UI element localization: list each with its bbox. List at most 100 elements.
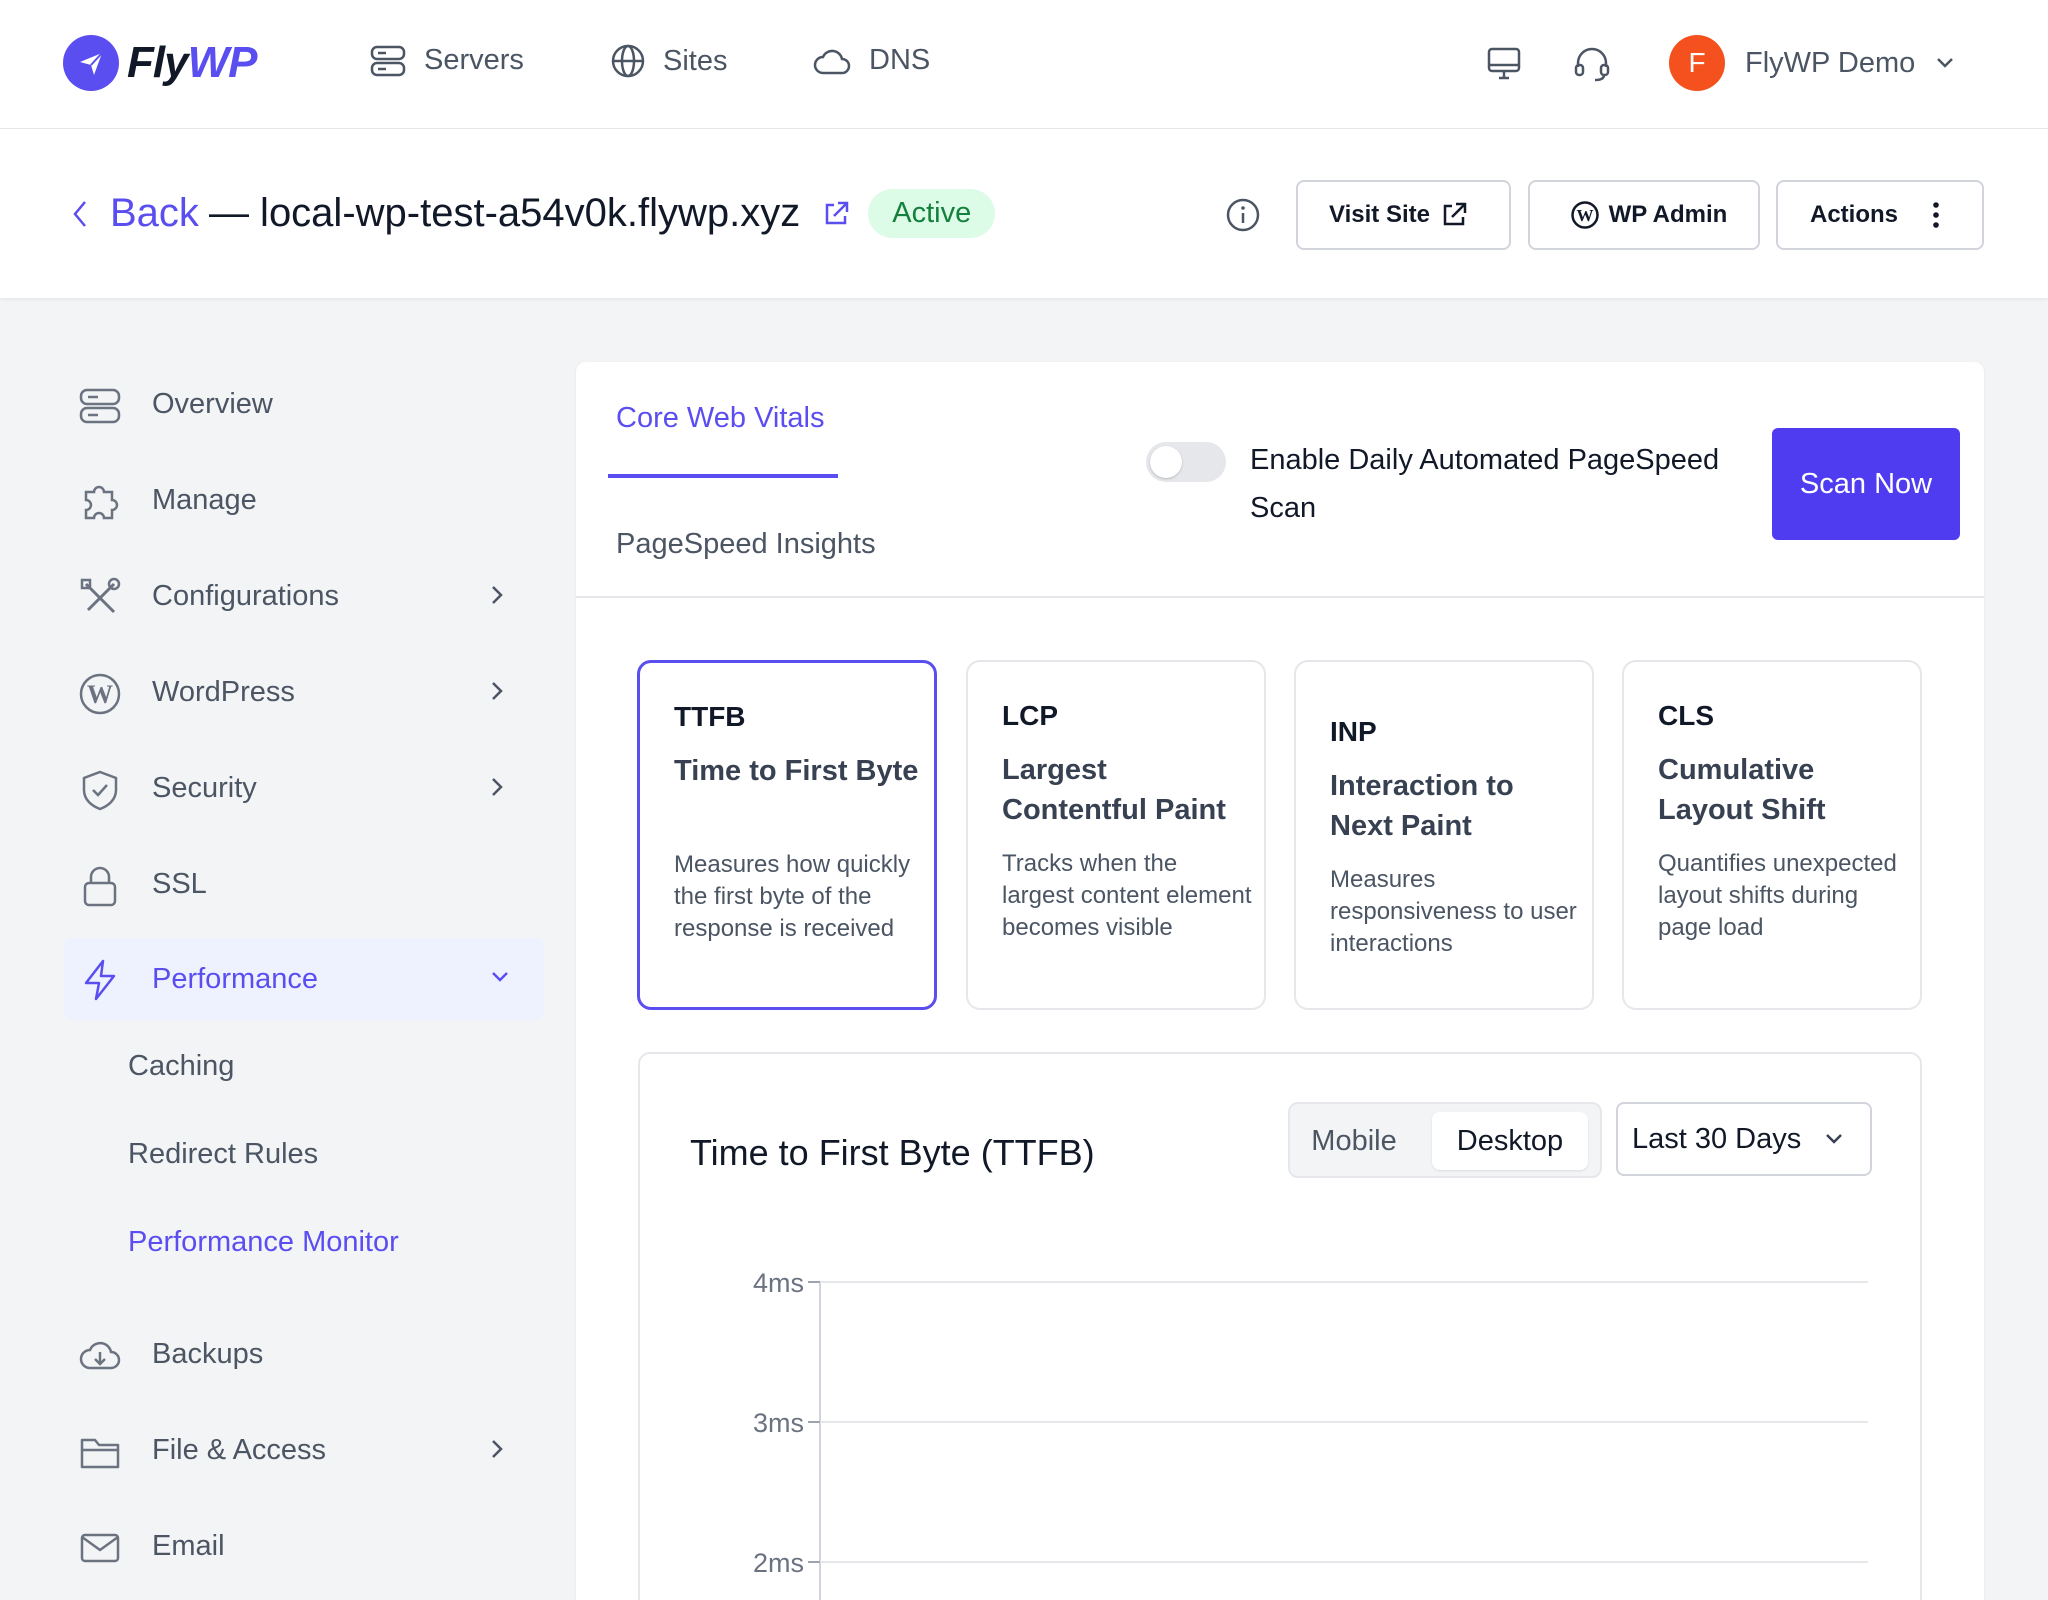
shield-check-icon [82, 770, 118, 811]
nav-dns-label: DNS [869, 44, 931, 76]
user-name: FlyWP Demo [1745, 46, 1916, 79]
chevron-down-icon [1937, 58, 1954, 68]
globe-icon [611, 44, 645, 78]
external-link-icon [1443, 202, 1467, 226]
sidebar-item-overview[interactable]: Overview [64, 364, 544, 444]
user-menu[interactable]: F FlyWP Demo [1669, 35, 1955, 91]
sidebar-item-manage[interactable]: Manage [64, 460, 544, 540]
tab-core-web-vitals[interactable]: Core Web Vitals [616, 402, 824, 435]
actions-label: Actions [1809, 201, 1898, 228]
logo-text: FlyWP [127, 38, 257, 88]
sidebar-item-security[interactable]: Security [64, 748, 544, 828]
sidebar-item-label: Security [152, 771, 257, 804]
sidebar-item-label: Backups [152, 1337, 264, 1370]
sidebar-item-performance[interactable]: Performance [64, 938, 544, 1020]
cloud-icon [813, 49, 851, 74]
sidebar-item-configurations[interactable]: Configurations [64, 556, 544, 636]
nav-dns[interactable]: DNS [813, 44, 930, 77]
metric-name: Interaction to Next Paint [1330, 770, 1514, 842]
metric-abbr: CLS [1658, 700, 1714, 731]
nav-sites[interactable]: Sites [611, 44, 727, 78]
nav-servers[interactable]: Servers [370, 44, 524, 77]
breadcrumb: Back — local-wp-test-a54v0k.flywp.xyz Ac… [72, 189, 996, 238]
sidebar-item-label: Configurations [152, 579, 339, 612]
cloud-download-icon [79, 1341, 121, 1370]
more-vertical-icon [1933, 202, 1939, 228]
sidebar-item-file-access[interactable]: File & Access [64, 1410, 544, 1490]
sidebar-item-label: Performance [152, 962, 319, 995]
chevron-right-icon [492, 778, 503, 796]
metric-name: Largest Contentful Paint [1002, 754, 1226, 826]
server-icon [370, 45, 406, 76]
chevron-left-icon[interactable] [72, 199, 88, 229]
visit-site-label: Visit Site [1329, 201, 1430, 228]
server-icon [79, 388, 121, 424]
flywp-logo[interactable]: FlyWP [63, 35, 257, 91]
svg-text:W: W [1576, 206, 1593, 225]
chart-panel: Time to First Byte (TTFB) Mobile Desktop… [638, 1052, 1922, 1600]
sidebar-item-ssl[interactable]: SSL [64, 844, 544, 924]
divider [576, 596, 1984, 598]
info-icon[interactable] [1225, 197, 1261, 233]
wp-admin-button[interactable]: W WP Admin [1528, 180, 1760, 250]
daily-scan-label: Enable Daily Automated PageSpeed Scan [1250, 444, 1720, 524]
metric-description: Tracks when the largest content element … [1002, 850, 1252, 941]
metric-card-ttfb[interactable]: TTFB Time to First Byte Measures how qui… [637, 660, 937, 1010]
sidebar-subitem-performance-monitor[interactable]: Performance Monitor [128, 1226, 399, 1259]
actions-button[interactable]: Actions [1776, 180, 1984, 250]
tools-icon [80, 577, 121, 614]
scan-now-button[interactable]: Scan Now [1772, 428, 1960, 540]
back-link[interactable]: Back [110, 191, 199, 236]
metric-abbr: INP [1330, 716, 1377, 747]
metric-name: Time to First Byte [674, 755, 919, 787]
y-tick-label: 2ms [753, 1548, 804, 1578]
metric-card-cls[interactable]: CLS Cumulative Layout Shift Quantifies u… [1622, 660, 1922, 1010]
chevron-right-icon [492, 586, 503, 604]
wordpress-icon: W [1570, 201, 1599, 229]
puzzle-icon [84, 485, 119, 520]
status-badge: Active [868, 189, 996, 238]
support-headset-icon[interactable] [1572, 44, 1612, 84]
sidebar-item-label: Manage [152, 483, 257, 516]
svg-text:W: W [87, 680, 113, 709]
page-title: — local-wp-test-a54v0k.flywp.xyz [208, 191, 801, 235]
visit-site-button[interactable]: Visit Site [1296, 180, 1511, 250]
sidebar-item-label: Overview [152, 387, 273, 420]
metric-card-inp[interactable]: INP Interaction to Next Paint Measures r… [1294, 660, 1594, 1010]
performance-monitor-card: Core Web Vitals PageSpeed Insights Enabl… [576, 362, 1984, 1600]
logo-text-fly: Fly [127, 38, 189, 87]
lightning-bolt-icon [84, 959, 116, 1001]
site-header: Back — local-wp-test-a54v0k.flywp.xyz Ac… [0, 129, 2048, 298]
logo-mark-icon [63, 35, 119, 91]
y-tick-label: 3ms [753, 1408, 804, 1438]
metric-card-lcp[interactable]: LCP Largest Contentful Paint Tracks when… [966, 660, 1266, 1010]
sidebar-subitem-redirect-rules[interactable]: Redirect Rules [128, 1138, 318, 1171]
metric-description: Quantifies unexpected layout shifts duri… [1658, 850, 1897, 941]
mail-icon [80, 1533, 120, 1563]
chevron-down-icon [492, 972, 508, 982]
sidebar-item-wordpress[interactable]: W WordPress [64, 652, 544, 732]
metric-description: Measures how quickly the first byte of t… [674, 851, 911, 942]
metric-abbr: TTFB [674, 701, 746, 732]
folder-icon [80, 1438, 120, 1469]
top-navbar: FlyWP Servers Sites DNS F FlyWP Demo [0, 0, 2048, 129]
ttfb-chart: 4ms 3ms 2ms [753, 1268, 1868, 1600]
avatar: F [1669, 35, 1725, 91]
sidebar-item-label: SSL [152, 867, 207, 900]
monitor-icon[interactable] [1484, 44, 1524, 84]
sidebar-item-backups[interactable]: Backups [64, 1314, 544, 1394]
metric-name: Cumulative Layout Shift [1658, 754, 1826, 826]
metric-abbr: LCP [1002, 700, 1058, 731]
sidebar-item-email[interactable]: Email [64, 1506, 544, 1586]
sidebar-item-label: WordPress [152, 675, 295, 708]
chevron-right-icon [492, 1440, 503, 1458]
sidebar-subitem-caching[interactable]: Caching [128, 1050, 234, 1083]
daily-scan-toggle[interactable] [1146, 442, 1226, 482]
wordpress-icon: W [79, 673, 121, 715]
y-tick-label: 4ms [753, 1268, 804, 1298]
toggle-knob [1150, 446, 1182, 478]
external-link-icon[interactable] [822, 200, 850, 228]
chevron-right-icon [492, 682, 503, 700]
nav-servers-label: Servers [424, 44, 524, 76]
tab-pagespeed-insights[interactable]: PageSpeed Insights [616, 528, 876, 561]
